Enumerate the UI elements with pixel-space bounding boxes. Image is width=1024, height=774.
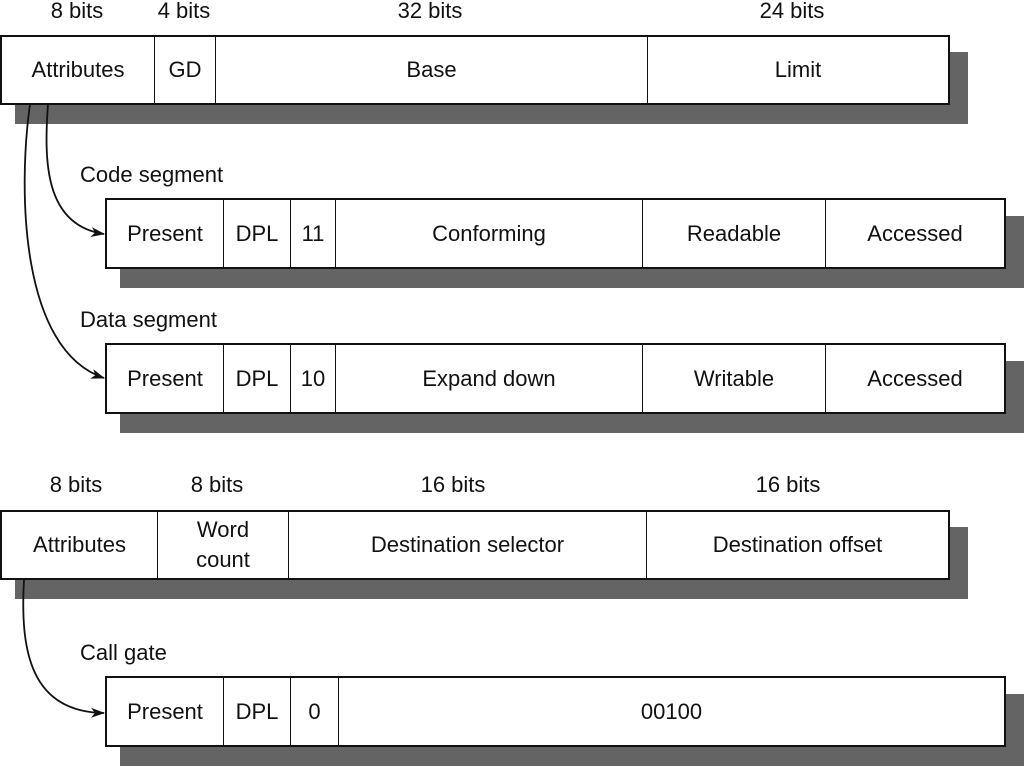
field-destination-offset: Destination offset (712, 532, 883, 557)
field-type-bits: 0 (291, 678, 339, 745)
field-accessed: Accessed (867, 220, 963, 246)
field-base: Base (216, 37, 648, 103)
bits-label-base: 32 bits (397, 0, 463, 23)
field-limit: Limit (774, 57, 822, 82)
field-writable: Writable (643, 345, 826, 412)
field-gate-type: 00100 (640, 698, 703, 724)
segment-descriptor: Attributes GD Base Limit (0, 35, 950, 105)
field-present: Present (107, 200, 224, 267)
bits-label-destination-selector: 16 bits (420, 472, 486, 497)
field-type-bits: 11 (291, 200, 336, 267)
field-destination-selector: Destination selector (289, 512, 647, 578)
field-word-count: Word count (158, 512, 289, 578)
field-attributes: Attributes (2, 512, 158, 578)
data-segment-title: Data segment (80, 307, 217, 332)
gate-descriptor: Attributes Word count Destination select… (0, 510, 950, 580)
bits-label-limit: 24 bits (759, 0, 825, 23)
field-present: Present (107, 345, 224, 412)
field-conforming: Conforming (336, 200, 643, 267)
field-attributes: Attributes (2, 37, 155, 103)
field-accessed: Accessed (867, 365, 963, 391)
bits-label-attributes: 8 bits (49, 472, 103, 497)
field-expand-down: Expand down (336, 345, 643, 412)
field-dpl: DPL (224, 200, 291, 267)
code-segment-title: Code segment (80, 162, 224, 187)
field-type-bits: 10 (291, 345, 336, 412)
call-gate-title: Call gate (80, 640, 167, 665)
bits-label-word-count: 8 bits (190, 472, 244, 497)
field-word-count-line-1: Word (196, 517, 250, 542)
field-dpl: DPL (224, 678, 291, 745)
field-gd: GD (155, 37, 216, 103)
arrow-to-data-segment (23, 103, 105, 379)
field-dpl: DPL (224, 345, 291, 412)
field-word-count-line-2: count (196, 547, 250, 572)
field-readable: Readable (643, 200, 826, 267)
bits-label-destination-offset: 16 bits (755, 472, 821, 497)
data-segment-record: Present DPL 10 Expand down Writable Acce… (105, 343, 1006, 414)
bits-label-gd: 4 bits (157, 0, 211, 23)
call-gate-record: Present DPL 0 00100 (105, 676, 1006, 747)
code-segment-record: Present DPL 11 Conforming Readable Acces… (105, 198, 1006, 269)
bits-label-attributes: 8 bits (50, 0, 104, 23)
field-present: Present (107, 678, 224, 745)
